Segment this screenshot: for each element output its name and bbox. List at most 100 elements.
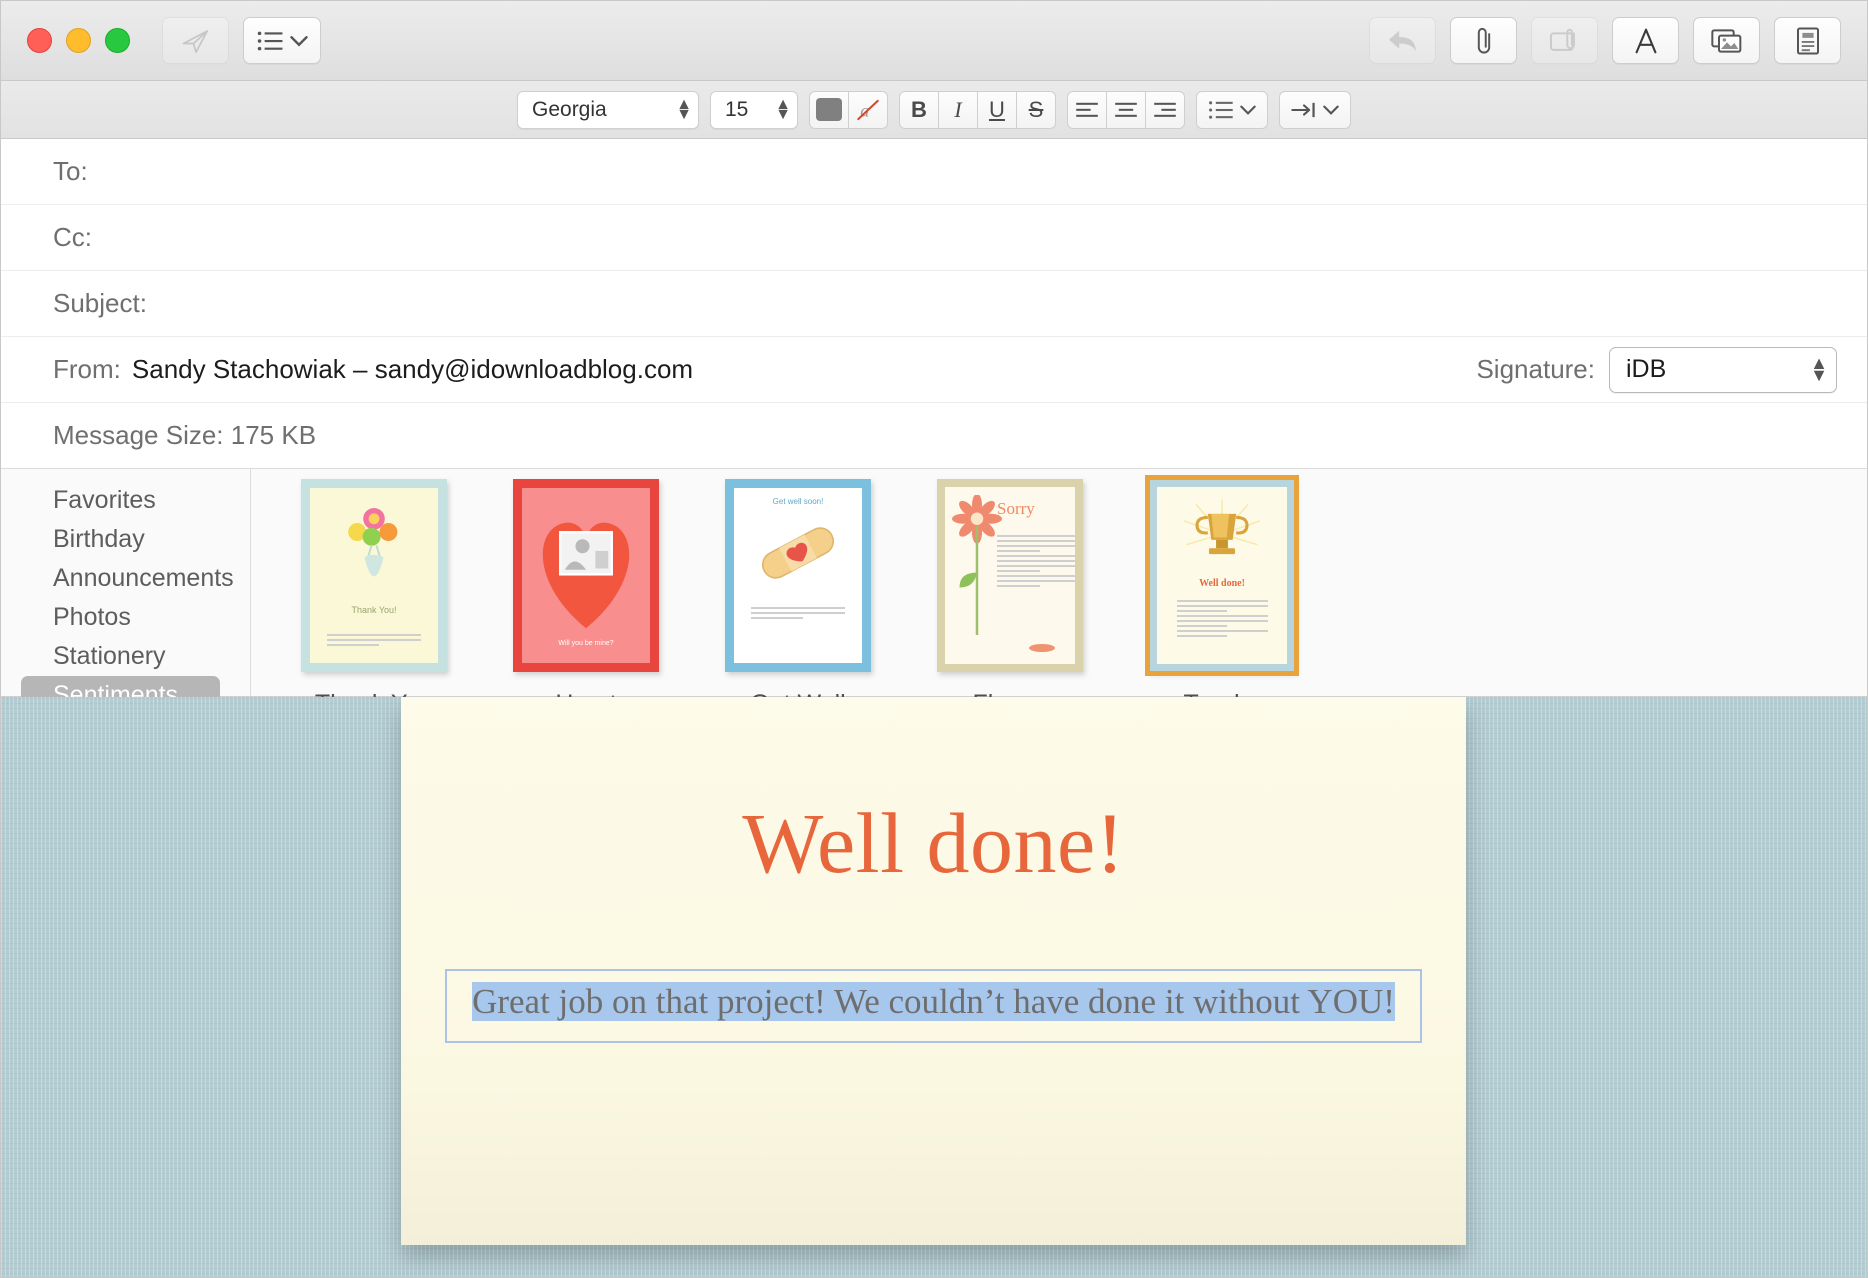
template-heart[interactable]: Will you be mine? Heart: [497, 479, 675, 719]
photo-browser-button[interactable]: [1693, 17, 1760, 64]
indent-icon: [1291, 102, 1315, 117]
formatting-toolbar: Georgia ▲ ▼ 15 ▲ ▼ a B I U S: [1, 81, 1867, 139]
stationery-button[interactable]: [1774, 17, 1841, 64]
from-field-row: From: Sandy Stachowiak – sandy@idownload…: [1, 337, 1867, 403]
attach-button[interactable]: [1450, 17, 1517, 64]
toolbar-left-group: [162, 17, 321, 64]
signature-select[interactable]: iDB ▲ ▼: [1609, 346, 1837, 393]
no-highlight-icon: a: [857, 99, 879, 120]
category-announcements[interactable]: Announcements: [21, 559, 234, 598]
highlight-color-button[interactable]: a: [848, 90, 888, 129]
stationery-card: Well done! Great job on that project! We…: [401, 697, 1466, 1245]
align-right-button[interactable]: [1145, 90, 1185, 129]
alignment-group: [1067, 90, 1185, 129]
list-style-button[interactable]: [1196, 90, 1268, 129]
send-button[interactable]: [162, 17, 229, 64]
category-stationery[interactable]: Stationery: [21, 637, 220, 676]
mail-compose-window: Georgia ▲ ▼ 15 ▲ ▼ a B I U S To: Cc: Sub…: [0, 0, 1868, 1278]
message-list-button[interactable]: [243, 17, 321, 64]
category-favorites[interactable]: Favorites: [21, 481, 220, 520]
font-family-select[interactable]: Georgia ▲ ▼: [517, 90, 699, 129]
align-center-icon: [1115, 102, 1137, 117]
from-label: From:: [53, 354, 121, 384]
get-well-caption: Get well soon!: [772, 497, 824, 506]
indent-button[interactable]: [1279, 90, 1351, 129]
cc-label: Cc:: [53, 222, 92, 252]
thank-you-caption: Thank You!: [351, 605, 397, 616]
thank-you-lines: [326, 631, 422, 649]
category-birthday[interactable]: Birthday: [21, 520, 220, 559]
cc-field-row[interactable]: Cc:: [1, 205, 1867, 271]
text-style-group: B I U S: [899, 90, 1056, 129]
thank-you-thumbnail[interactable]: Thank You!: [301, 479, 447, 672]
chevron-down-icon: [1323, 105, 1339, 115]
text-color-button[interactable]: [809, 90, 849, 129]
subject-field-row[interactable]: Subject:: [1, 271, 1867, 337]
format-button[interactable]: [1612, 17, 1679, 64]
subject-label: Subject:: [53, 288, 147, 318]
markup-button[interactable]: [1531, 17, 1598, 64]
italic-button[interactable]: I: [938, 90, 978, 129]
reply-button[interactable]: [1369, 17, 1436, 64]
chevron-down-icon: [1240, 105, 1256, 115]
category-photos[interactable]: Photos: [21, 598, 220, 637]
traffic-light-controls: [27, 28, 130, 53]
underline-button[interactable]: U: [977, 90, 1017, 129]
to-label: To:: [53, 156, 88, 186]
to-field-row[interactable]: To:: [1, 139, 1867, 205]
signature-label: Signature:: [1476, 354, 1595, 384]
stepper-icon: ▲ ▼: [1810, 353, 1828, 385]
thank-you-artwork: Thank You!: [310, 488, 438, 663]
flower-vase-icon: [348, 508, 398, 577]
close-button[interactable]: [27, 28, 52, 53]
stepper-icon: ▲ ▼: [775, 95, 791, 123]
template-thank-you[interactable]: Thank You! Thank You: [285, 479, 463, 719]
photos-icon: [1710, 28, 1741, 53]
toolbar-right-group: [1369, 17, 1841, 64]
template-flower[interactable]: Sorry Flower: [921, 479, 1099, 719]
zoom-button[interactable]: [105, 28, 130, 53]
strikethrough-button[interactable]: S: [1016, 90, 1056, 129]
paperclip-icon: [1477, 27, 1490, 53]
heart-artwork: Will you be mine?: [522, 488, 650, 663]
petal-icon: [1029, 644, 1055, 652]
stationery-thumbnail-list: Thank You! Thank You: [251, 469, 1867, 718]
list-icon: [257, 31, 282, 50]
font-family-value: Georgia: [532, 97, 607, 121]
card-body-line: Great job on that project! We couldn’t h…: [459, 980, 1408, 1024]
font-size-select[interactable]: 15 ▲ ▼: [710, 90, 798, 129]
stepper-icon: ▲ ▼: [676, 95, 692, 123]
message-header-fields: To: Cc: Subject: From: Sandy Stachowiak …: [1, 139, 1867, 469]
window-titlebar: [1, 1, 1867, 81]
align-center-button[interactable]: [1106, 90, 1146, 129]
bold-button[interactable]: B: [899, 90, 939, 129]
heart-thumbnail[interactable]: Will you be mine?: [513, 479, 659, 672]
minimize-button[interactable]: [66, 28, 91, 53]
card-body-placeholder[interactable]: Great job on that project! We couldn’t h…: [445, 969, 1422, 1043]
align-left-button[interactable]: [1067, 90, 1107, 129]
signature-value: iDB: [1626, 355, 1667, 383]
from-value[interactable]: Sandy Stachowiak – sandy@idownloadblog.c…: [132, 354, 693, 385]
trophy-icon: [1183, 499, 1261, 555]
flower-caption: Sorry: [997, 499, 1035, 518]
message-size-row: Message Size: 175 KB: [1, 403, 1867, 469]
trophy-caption: Well done!: [1199, 578, 1245, 589]
stationery-icon: [1796, 27, 1819, 54]
message-body-area[interactable]: Well done! Great job on that project! We…: [1, 697, 1867, 1277]
get-well-thumbnail[interactable]: Get well soon!: [725, 479, 871, 672]
trophy-thumbnail[interactable]: Well done!: [1145, 475, 1299, 676]
flower-thumbnail[interactable]: Sorry: [937, 479, 1083, 672]
template-get-well[interactable]: Get well soon! Get Well: [709, 479, 887, 719]
color-group: a: [809, 90, 888, 129]
card-body-text[interactable]: Great job on that project! We couldn’t h…: [472, 982, 1395, 1021]
get-well-lines: [750, 604, 846, 622]
message-size-label: Message Size: 175 KB: [53, 420, 317, 450]
align-left-icon: [1076, 102, 1098, 117]
trophy-artwork: Well done!: [1157, 487, 1287, 664]
template-trophy[interactable]: Well done! Trophy: [1133, 475, 1311, 719]
signature-group: Signature: iDB ▲ ▼: [1476, 346, 1837, 393]
underline-glyph: U: [989, 96, 1005, 122]
bullet-list-icon: [1209, 100, 1233, 119]
paper-plane-icon: [182, 29, 208, 53]
flower-lines: [997, 532, 1075, 590]
